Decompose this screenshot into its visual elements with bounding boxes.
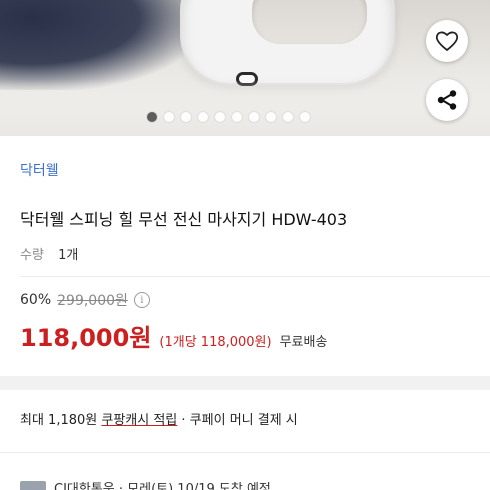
reward-suffix: · 쿠페이 머니 결제 시 [181,413,298,428]
image-background [0,0,200,90]
original-price: 299,000원 [57,293,128,309]
wishlist-button[interactable] [426,20,468,62]
info-icon[interactable]: i [133,292,150,308]
carousel-dot[interactable] [198,112,208,122]
price-row: 118,000원 (1개당 118,000원) 무료배송 [20,318,327,353]
reward-cash-link[interactable]: 쿠팡캐시 적립 [101,413,177,428]
carousel-dot[interactable] [164,112,174,122]
carousel-dot[interactable] [232,112,242,122]
delivery-text: CJ대한통운 · 모레(토) 10/19 도착 예정 [54,482,271,490]
product-image[interactable] [0,0,490,136]
carousel-dot[interactable] [181,112,191,122]
unit-price: (1개당 118,000원) [159,335,272,350]
carousel-dot[interactable] [249,112,259,122]
carousel-dot[interactable] [283,112,293,122]
quantity-value: 1개 [58,248,79,263]
carousel-dot[interactable] [215,112,225,122]
shipping-info: 무료배송 [279,335,328,350]
truck-icon [20,480,46,490]
share-button[interactable] [426,79,468,121]
share-icon [437,90,457,110]
heart-icon [435,31,459,51]
quantity-info: 수량 1개 [20,244,78,263]
carousel-indicator[interactable] [0,112,490,126]
cash-reward-info: 최대 1,180원 쿠팡캐시 적립 · 쿠페이 머니 결제 시 [20,409,298,428]
section-separator [0,376,490,390]
carousel-dot[interactable] [266,112,276,122]
reward-prefix: 최대 1,180원 [20,413,98,428]
quantity-label: 수량 [20,248,44,263]
delivery-info: CJ대한통운 · 모레(토) 10/19 도착 예정 [20,478,271,490]
image-cloth [0,80,490,136]
carousel-dot[interactable] [300,112,310,122]
divider [0,452,490,453]
product-device [180,0,395,85]
product-title: 닥터웰 스피닝 힐 무선 전신 마사지기 HDW-403 [20,210,348,229]
discount-row: 60% 299,000원 i [20,290,150,310]
brand-link[interactable]: 닥터웰 [20,160,59,180]
carousel-dot[interactable] [147,112,157,122]
divider [20,276,490,277]
sale-price: 118,000원 [20,324,152,352]
discount-rate: 60% [20,292,52,308]
